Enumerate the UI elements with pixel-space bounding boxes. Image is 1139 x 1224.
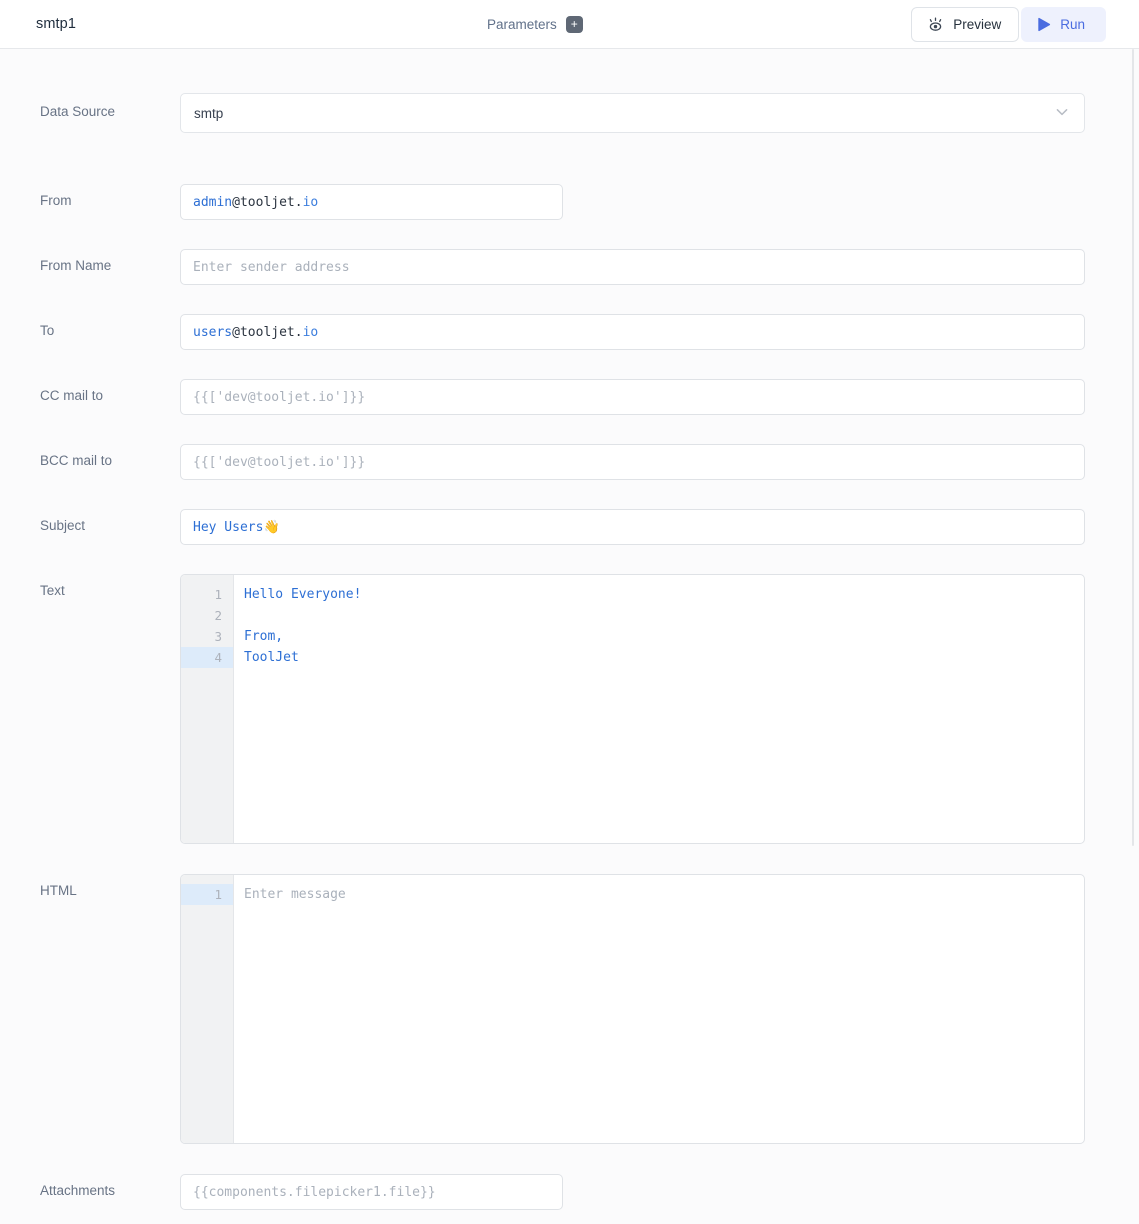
field-row-attachments: Attachments {{components.filepicker1.fil… [0, 1174, 1120, 1210]
preview-button-label: Preview [953, 17, 1001, 32]
from-value-dot: . [295, 195, 303, 210]
text-label: Text [0, 574, 180, 844]
field-row-from-name: From Name Enter sender address [0, 249, 1120, 285]
query-name-title[interactable]: smtp1 [36, 16, 76, 32]
data-source-field: smtp [180, 93, 1120, 133]
run-button-label: Run [1060, 17, 1085, 32]
field-row-from: From admin@tooljet.io [0, 184, 1120, 220]
code-line: ToolJet [244, 647, 1084, 668]
query-form-body: Data Source smtp From admin@tooljet.io F… [0, 49, 1139, 1224]
html-editor-gutter: 1 [181, 875, 234, 1143]
from-input[interactable]: admin@tooljet.io [180, 184, 563, 220]
from-label: From [0, 184, 180, 220]
text-code-editor[interactable]: 1 2 3 4 Hello Everyone! From, ToolJet [180, 574, 1085, 844]
field-row-html: HTML 1 Enter message [0, 874, 1120, 1144]
from-value-domain: @tooljet [232, 195, 295, 210]
cc-input[interactable]: {{['dev@tooljet.io']}} [180, 379, 1085, 415]
field-row-to: To users@tooljet.io [0, 314, 1120, 350]
code-line [244, 605, 1084, 626]
run-button[interactable]: Run [1021, 7, 1106, 42]
from-name-label: From Name [0, 249, 180, 285]
parameters-group: Parameters + [487, 16, 583, 33]
to-value-user: users [193, 325, 232, 340]
line-number: 3 [181, 626, 233, 647]
cc-label: CC mail to [0, 379, 180, 415]
query-editor-header: smtp1 Parameters + Preview [0, 0, 1139, 49]
html-label: HTML [0, 874, 180, 1144]
text-editor-content[interactable]: Hello Everyone! From, ToolJet [234, 575, 1084, 843]
from-value-tld: io [303, 195, 319, 210]
line-number: 1 [181, 584, 233, 605]
chevron-down-icon[interactable] [1054, 104, 1070, 123]
subject-value: Hey Users [193, 520, 263, 535]
to-value-tld: io [303, 325, 319, 340]
text-editor-gutter: 1 2 3 4 [181, 575, 234, 843]
field-row-data-source: Data Source smtp [0, 93, 1120, 133]
line-number: 2 [181, 605, 233, 626]
field-row-subject: Subject Hey Users 👋 [0, 509, 1120, 545]
line-number-active: 1 [181, 884, 233, 905]
eye-icon [927, 17, 944, 32]
to-value-dot: . [295, 325, 303, 340]
vertical-scrollbar[interactable] [1132, 49, 1134, 846]
play-icon [1037, 17, 1051, 32]
attachments-label: Attachments [0, 1174, 180, 1210]
from-value-user: admin [193, 195, 232, 210]
subject-input[interactable]: Hey Users 👋 [180, 509, 1085, 545]
from-name-field: Enter sender address [180, 249, 1120, 285]
data-source-label: Data Source [0, 93, 180, 133]
cc-placeholder: {{['dev@tooljet.io']}} [193, 390, 365, 405]
code-line: Hello Everyone! [244, 584, 1084, 605]
html-editor-content[interactable]: Enter message [234, 875, 1084, 1143]
preview-button[interactable]: Preview [911, 7, 1019, 42]
html-code-editor[interactable]: 1 Enter message [180, 874, 1085, 1144]
attachments-field: {{components.filepicker1.file}} [180, 1174, 1120, 1210]
subject-emoji: 👋 [263, 520, 279, 535]
from-name-input[interactable]: Enter sender address [180, 249, 1085, 285]
from-name-placeholder: Enter sender address [193, 260, 350, 275]
to-label: To [0, 314, 180, 350]
to-value-domain: @tooljet [232, 325, 295, 340]
bcc-placeholder: {{['dev@tooljet.io']}} [193, 455, 365, 470]
data-source-selected-value: smtp [194, 106, 223, 121]
bcc-label: BCC mail to [0, 444, 180, 480]
code-line: From, [244, 626, 1084, 647]
attachments-placeholder: {{components.filepicker1.file}} [193, 1185, 436, 1200]
to-field: users@tooljet.io [180, 314, 1120, 350]
attachments-input[interactable]: {{components.filepicker1.file}} [180, 1174, 563, 1210]
text-field: 1 2 3 4 Hello Everyone! From, ToolJet [180, 574, 1120, 844]
subject-field: Hey Users 👋 [180, 509, 1120, 545]
parameters-label: Parameters [487, 17, 557, 32]
field-row-text: Text 1 2 3 4 Hello Everyone! From, ToolJ… [0, 574, 1120, 844]
header-actions: Preview Run [911, 7, 1106, 42]
add-parameter-button[interactable]: + [566, 16, 583, 33]
html-field: 1 Enter message [180, 874, 1120, 1144]
field-row-bcc: BCC mail to {{['dev@tooljet.io']}} [0, 444, 1120, 480]
bcc-field: {{['dev@tooljet.io']}} [180, 444, 1120, 480]
data-source-select[interactable]: smtp [180, 93, 1085, 133]
cc-field: {{['dev@tooljet.io']}} [180, 379, 1120, 415]
subject-label: Subject [0, 509, 180, 545]
html-editor-placeholder: Enter message [244, 884, 1084, 905]
from-field: admin@tooljet.io [180, 184, 1120, 220]
line-number-active: 4 [181, 647, 233, 668]
bcc-input[interactable]: {{['dev@tooljet.io']}} [180, 444, 1085, 480]
field-row-cc: CC mail to {{['dev@tooljet.io']}} [0, 379, 1120, 415]
to-input[interactable]: users@tooljet.io [180, 314, 1085, 350]
